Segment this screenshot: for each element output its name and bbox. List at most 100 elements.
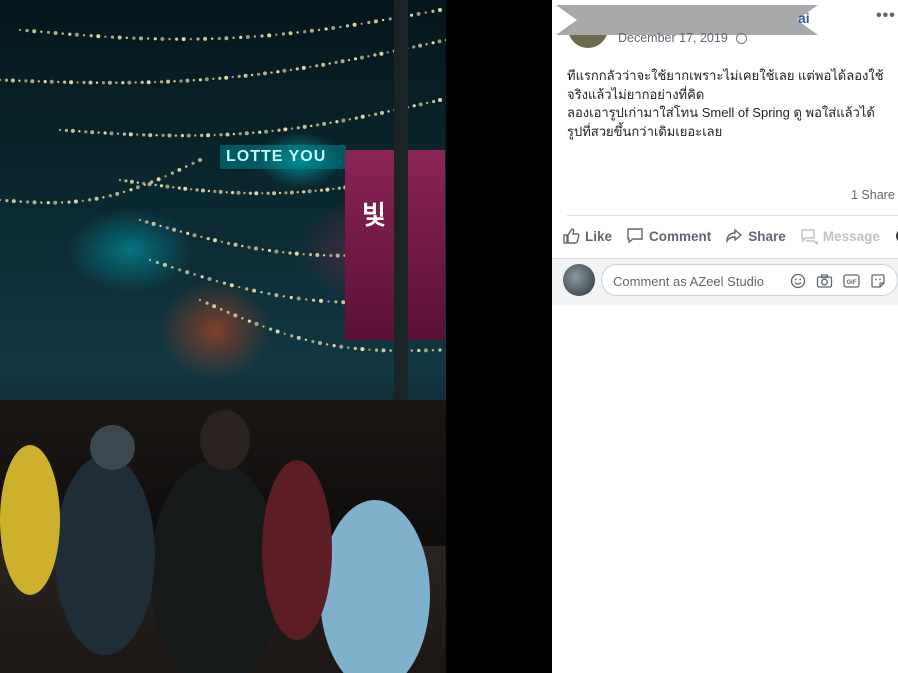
light-bulb bbox=[201, 188, 205, 193]
light-bulb bbox=[381, 348, 386, 353]
light-bulb bbox=[314, 189, 317, 192]
light-bulb bbox=[181, 37, 186, 42]
light-bulb bbox=[168, 37, 171, 41]
light-bulb bbox=[153, 80, 157, 84]
light-bulb bbox=[53, 200, 58, 205]
light-bulb bbox=[225, 191, 228, 194]
light-bulb bbox=[267, 292, 271, 296]
light-bulb bbox=[245, 287, 249, 291]
light-bulb bbox=[236, 190, 241, 195]
light-bulb bbox=[49, 79, 54, 84]
share-button[interactable]: Share bbox=[725, 227, 786, 245]
light-bulb bbox=[290, 127, 294, 130]
light-bulb bbox=[275, 329, 280, 334]
comment-button[interactable]: Comment bbox=[626, 227, 711, 245]
light-bulb bbox=[159, 224, 162, 228]
light-bulb bbox=[271, 129, 274, 133]
light-bulb bbox=[335, 253, 340, 258]
light-bulb bbox=[219, 133, 223, 137]
like-button[interactable]: Like bbox=[562, 227, 612, 245]
light-bulb bbox=[267, 248, 272, 253]
light-bulb bbox=[263, 71, 267, 76]
post-date[interactable]: December 17, 2019 bbox=[618, 31, 728, 45]
light-bulb bbox=[213, 189, 217, 194]
light-bulb bbox=[269, 327, 273, 331]
light-bulb bbox=[115, 81, 118, 84]
light-bulb bbox=[334, 60, 338, 64]
light-bulb bbox=[10, 78, 15, 83]
light-bulb bbox=[18, 79, 21, 82]
light-bulb bbox=[315, 64, 319, 68]
sticker-icon[interactable] bbox=[870, 273, 886, 289]
light-bulb bbox=[127, 80, 132, 85]
light-bulb bbox=[432, 99, 436, 104]
post-photo[interactable]: LOTTE YOU 빛 bbox=[0, 0, 446, 673]
light-bulb bbox=[302, 124, 307, 129]
comment-tools: GIF bbox=[790, 273, 896, 289]
light-bulb bbox=[231, 75, 234, 79]
light-bulb bbox=[200, 133, 204, 137]
message-button[interactable]: Message bbox=[800, 227, 880, 245]
light-bulb bbox=[409, 13, 414, 17]
light-bulb bbox=[196, 37, 200, 41]
light-bulb bbox=[360, 347, 365, 352]
light-bulb bbox=[70, 128, 75, 133]
camera-icon[interactable] bbox=[816, 273, 833, 289]
light-bulb bbox=[272, 191, 277, 196]
light-bulb bbox=[162, 262, 167, 267]
light-bulb bbox=[136, 133, 139, 136]
light-bulb bbox=[60, 201, 64, 204]
light-bulb bbox=[186, 133, 191, 138]
light-bulb bbox=[78, 130, 81, 133]
light-bulb bbox=[150, 180, 154, 184]
light-bulb bbox=[418, 43, 423, 48]
light-bulb bbox=[283, 332, 286, 335]
light-bulb bbox=[215, 280, 219, 283]
light-bulb bbox=[374, 348, 379, 352]
light-bulb bbox=[207, 277, 212, 281]
light-bulb bbox=[122, 132, 126, 136]
light-bulb bbox=[132, 36, 136, 40]
light-bulb bbox=[388, 17, 392, 21]
light-bulb bbox=[353, 57, 358, 61]
post-text-line: ลองเอารูปเก่ามาใส่โทน Smell of Spring ดู… bbox=[567, 105, 875, 120]
light-bulb bbox=[88, 198, 92, 202]
light-bulb bbox=[337, 186, 341, 190]
light-bulb bbox=[25, 29, 29, 33]
light-bulb bbox=[170, 171, 174, 175]
light-bulb bbox=[53, 31, 58, 35]
light-bulb bbox=[387, 110, 390, 113]
light-bulb bbox=[189, 188, 193, 191]
light-bulb bbox=[261, 248, 264, 251]
light-bulb bbox=[189, 37, 192, 41]
light-bulb bbox=[224, 75, 229, 80]
light-bulb bbox=[290, 334, 294, 338]
light-bulb bbox=[207, 189, 211, 193]
emoji-icon[interactable] bbox=[790, 273, 806, 289]
light-bulb bbox=[19, 200, 22, 203]
light-bulb bbox=[198, 158, 202, 162]
light-bulb bbox=[124, 179, 128, 183]
light-bulb bbox=[373, 53, 377, 57]
light-bulb bbox=[253, 246, 258, 251]
light-bulb bbox=[179, 79, 183, 83]
light-bulb bbox=[424, 11, 427, 14]
light-bulb bbox=[309, 65, 312, 69]
more-options-icon[interactable]: ••• bbox=[876, 7, 896, 25]
light-bulb bbox=[76, 81, 79, 84]
light-bulb bbox=[63, 80, 67, 84]
gif-icon[interactable]: GIF bbox=[843, 273, 860, 289]
author-name[interactable]: ai bbox=[798, 10, 810, 26]
light-bulb bbox=[116, 132, 120, 135]
light-bulb bbox=[267, 33, 272, 38]
light-bulb bbox=[46, 30, 51, 34]
share-count[interactable]: 1 Share bbox=[851, 188, 895, 202]
light-bulb bbox=[218, 76, 222, 80]
light-bulb bbox=[410, 349, 413, 352]
light-bulb bbox=[438, 8, 442, 12]
like-label: Like bbox=[585, 228, 613, 244]
light-bulb bbox=[296, 296, 301, 301]
light-bulb bbox=[110, 35, 115, 39]
light-bulb bbox=[418, 102, 423, 107]
light-bulb bbox=[329, 253, 333, 258]
